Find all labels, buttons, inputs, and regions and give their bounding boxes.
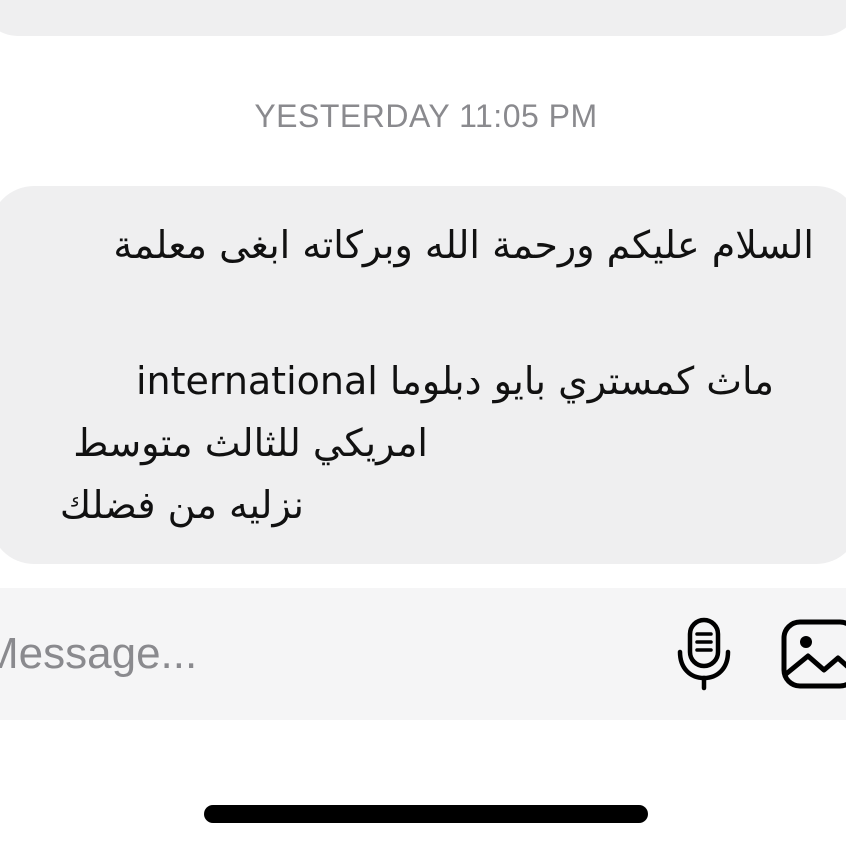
- dm-thread-screen: ي ي YESTERDAY 11:05 PM السلام عليكم ورحم…: [0, 0, 846, 846]
- message-input[interactable]: [0, 618, 582, 690]
- message-composer: [0, 588, 846, 720]
- microphone-icon[interactable]: [676, 616, 732, 692]
- received-message-bubble[interactable]: السلام عليكم ورحمة الله وبركاته ابغى معل…: [0, 186, 846, 564]
- photo-gallery-icon[interactable]: [780, 618, 846, 690]
- message-timestamp: YESTERDAY 11:05 PM: [254, 98, 598, 134]
- previous-message-bubble[interactable]: ي ي: [0, 0, 846, 36]
- message-line: امريكي للثالث متوسط: [73, 421, 428, 465]
- home-indicator[interactable]: [204, 805, 648, 823]
- message-line: السلام عليكم ورحمة الله وبركاته ابغى معل…: [113, 223, 814, 267]
- message-line: نزليه من فضلك: [59, 483, 304, 527]
- message-line: ماث كمستري بايو دبلوما international: [135, 359, 774, 403]
- message-text: السلام عليكم ورحمة الله وبركاته ابغى معل…: [12, 220, 814, 530]
